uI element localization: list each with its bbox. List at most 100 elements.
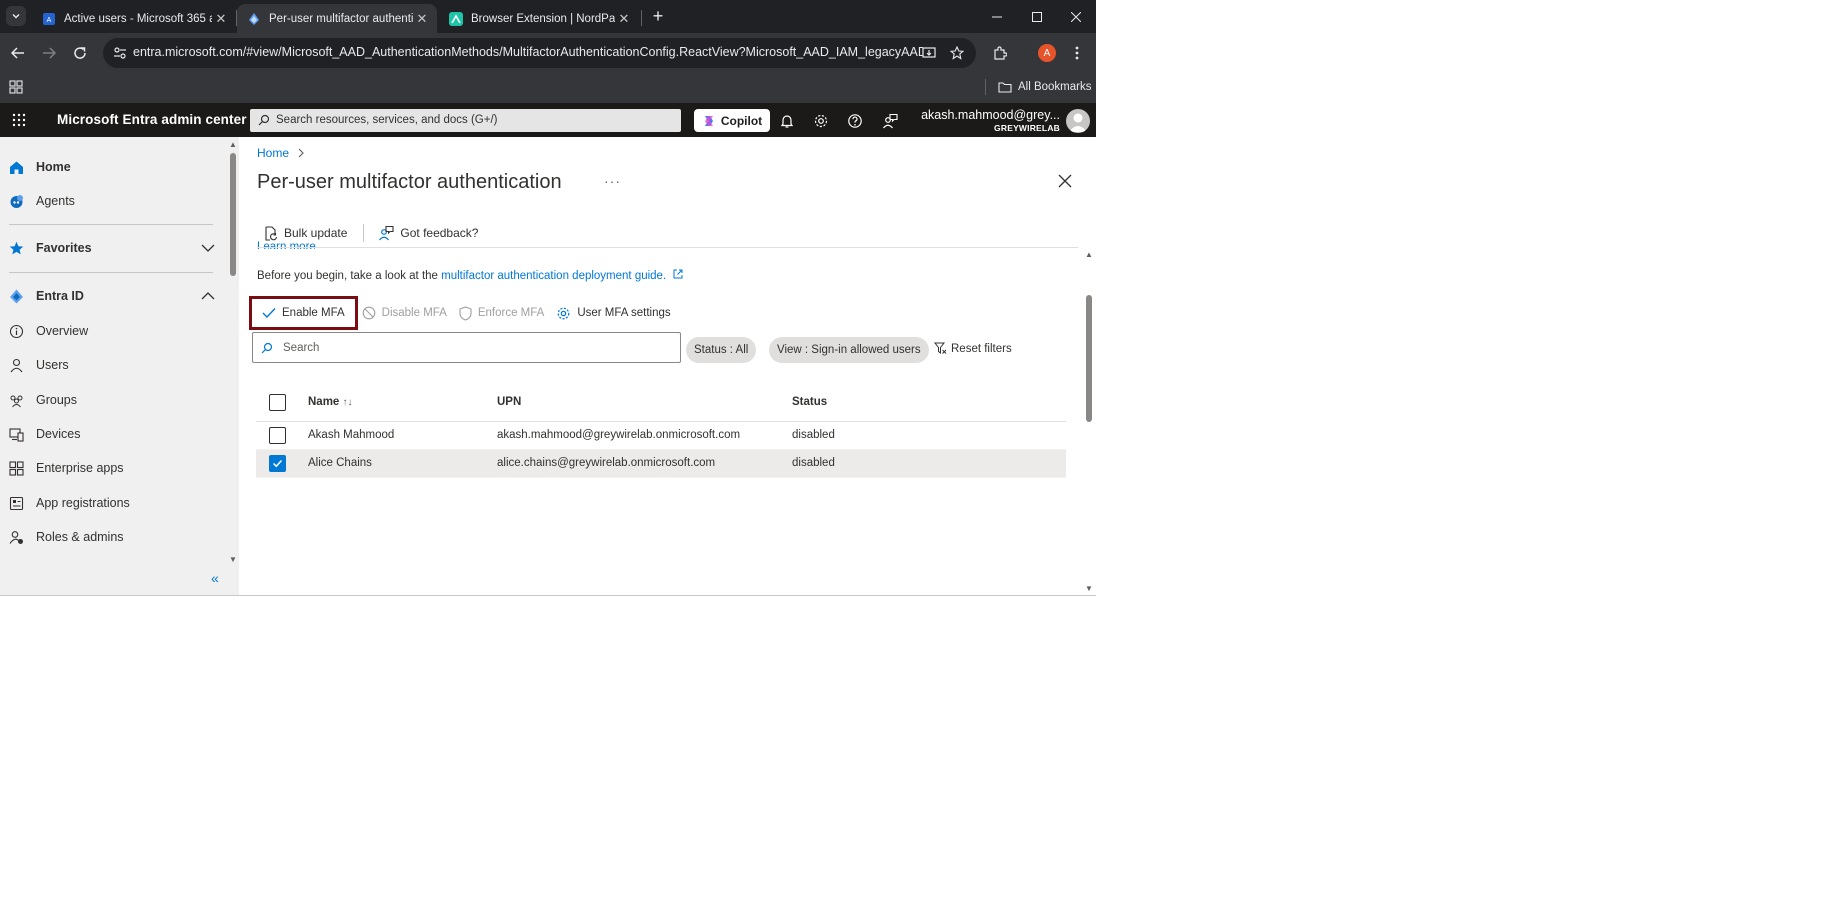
copilot-button[interactable]: Copilot [694,109,770,132]
user-search-input[interactable] [283,339,663,357]
nav-label: Agents [36,194,75,208]
nav-item-home[interactable]: Home [0,152,227,182]
cell-upn: akash.mahmood@greywirelab.onmicrosoft.co… [497,429,741,441]
sort-icon[interactable]: ↑↓ [343,397,353,408]
maximize-button[interactable] [1017,0,1057,33]
tab-active-users[interactable]: A Active users - Microsoft 365 admin cen… [32,4,236,33]
scroll-up-icon[interactable]: ▲ [1085,250,1093,259]
tab-close-icon[interactable]: ✕ [413,11,431,27]
feedback-person-icon[interactable] [882,113,898,129]
user-mfa-settings-button[interactable]: User MFA settings [552,298,680,328]
reset-filters-button[interactable]: Reset filters [934,342,1012,355]
more-options-button[interactable]: ··· [604,173,621,189]
tab-title: Active users - Microsoft 365 admin cente… [64,12,212,25]
user-search-box[interactable] [252,332,681,363]
scrollbar-thumb[interactable] [1086,295,1092,422]
enable-mfa-button[interactable]: Enable MFA [249,296,358,330]
breadcrumb-home-link[interactable]: Home [257,146,289,160]
nav-item-enterprise-apps[interactable]: Enterprise apps [0,453,227,483]
roles-icon [9,531,23,544]
nav-item-roles-admins[interactable]: Roles & admins [0,522,227,552]
app-registration-icon [9,496,24,511]
bookmark-star-icon[interactable] [949,45,965,61]
column-header-upn[interactable]: UPN [497,396,521,408]
help-icon[interactable] [847,113,863,129]
collapse-sidebar-button[interactable]: « [211,570,219,586]
settings-gear-icon[interactable] [813,113,829,129]
account-info[interactable]: akash.mahmood@grey... GREYWIRELAB [900,108,1060,133]
reload-button[interactable] [70,43,90,63]
forward-button[interactable] [39,43,59,63]
back-button[interactable] [8,43,28,63]
chevron-down-icon [12,14,20,19]
column-header-name[interactable]: Name ↑↓ [308,396,353,408]
close-icon [1071,11,1081,22]
agents-icon [10,195,23,208]
notifications-bell-icon[interactable] [779,113,795,129]
profile-avatar[interactable]: A [1038,44,1056,62]
waffle-menu-icon[interactable] [12,113,26,127]
cell-status: disabled [792,429,835,441]
reload-icon [74,47,86,59]
checkmark-icon [262,308,276,319]
got-feedback-button[interactable]: Got feedback? [372,221,486,245]
all-bookmarks-label: All Bookmarks [1018,81,1092,93]
external-link-icon[interactable] [673,269,683,279]
close-blade-icon[interactable] [1057,173,1073,189]
disable-mfa-button[interactable]: Disable MFA [358,298,455,328]
nav-item-entra-id[interactable]: Entra ID [0,281,227,311]
url-text: entra.microsoft.com/#view/Microsoft_AAD_… [133,45,923,59]
portal-brand[interactable]: Microsoft Entra admin center [57,112,247,127]
tab-close-icon[interactable]: ✕ [212,11,230,27]
command-bar-divider [257,247,1078,248]
global-search-box[interactable]: Search resources, services, and docs (G+… [250,109,681,132]
address-bar[interactable]: entra.microsoft.com/#view/Microsoft_AAD_… [103,38,976,68]
site-info-icon[interactable] [113,46,127,60]
extensions-icon[interactable] [990,43,1010,63]
mfa-action-bar: Enable MFA Disable MFA Enforce MFA User … [249,296,681,330]
nav-item-devices[interactable]: Devices [0,419,227,449]
search-icon [261,342,273,354]
scrollbar-thumb[interactable] [230,153,236,276]
row-checkbox[interactable] [269,427,286,444]
scroll-down-icon[interactable]: ▼ [1085,584,1093,593]
copilot-icon [704,115,713,126]
minimize-button[interactable] [977,0,1017,33]
tab-per-user-mfa[interactable]: Per-user multifactor authentication ✕ [237,4,437,33]
enforce-mfa-button[interactable]: Enforce MFA [455,298,552,328]
nav-item-groups[interactable]: Groups [0,385,227,415]
nav-item-overview[interactable]: Overview [0,316,227,346]
nav-item-agents[interactable]: Agents [0,186,227,216]
apps-grid-icon[interactable] [9,80,23,94]
all-bookmarks-button[interactable]: All Bookmarks [998,77,1092,97]
nav-divider [9,224,213,225]
close-window-button[interactable] [1056,0,1096,33]
status-filter-pill[interactable]: Status : All [686,337,757,363]
groups-icon [10,395,23,408]
tab-nordpass[interactable]: Browser Extension | NordPass ✕ [439,4,639,33]
enforce-mfa-label: Enforce MFA [477,307,545,319]
browser-menu-icon[interactable] [1067,43,1087,63]
sidebar-scrollbar[interactable]: ▲ ▼ [227,137,239,595]
user-avatar[interactable] [1066,109,1090,133]
scroll-up-icon[interactable]: ▲ [229,140,237,149]
minimize-icon [992,16,1002,17]
scroll-down-icon[interactable]: ▼ [229,555,237,564]
view-filter-pill[interactable]: View : Sign-in allowed users [769,337,929,363]
table-row[interactable]: Alice Chains alice.chains@greywirelab.on… [256,450,1066,478]
row-checkbox-checked[interactable] [269,455,286,472]
select-all-checkbox[interactable] [269,394,286,411]
nav-item-app-registrations[interactable]: App registrations [0,488,227,518]
shield-icon [459,305,472,321]
new-tab-button[interactable]: + [650,6,666,26]
tab-search-button[interactable] [6,6,26,26]
cell-upn: alice.chains@greywirelab.onmicrosoft.com [497,457,716,469]
column-header-status[interactable]: Status [792,396,827,408]
tab-close-icon[interactable]: ✕ [615,11,633,27]
deployment-guide-link[interactable]: multifactor authentication deployment gu… [441,270,666,282]
nav-item-users[interactable]: Users [0,350,227,380]
nav-item-favorites[interactable]: Favorites [0,233,227,263]
content-scrollbar[interactable]: ▲ ▼ [1083,248,1096,595]
table-row[interactable]: Akash Mahmood akash.mahmood@greywirelab.… [256,422,1066,450]
install-app-icon[interactable] [921,45,937,61]
